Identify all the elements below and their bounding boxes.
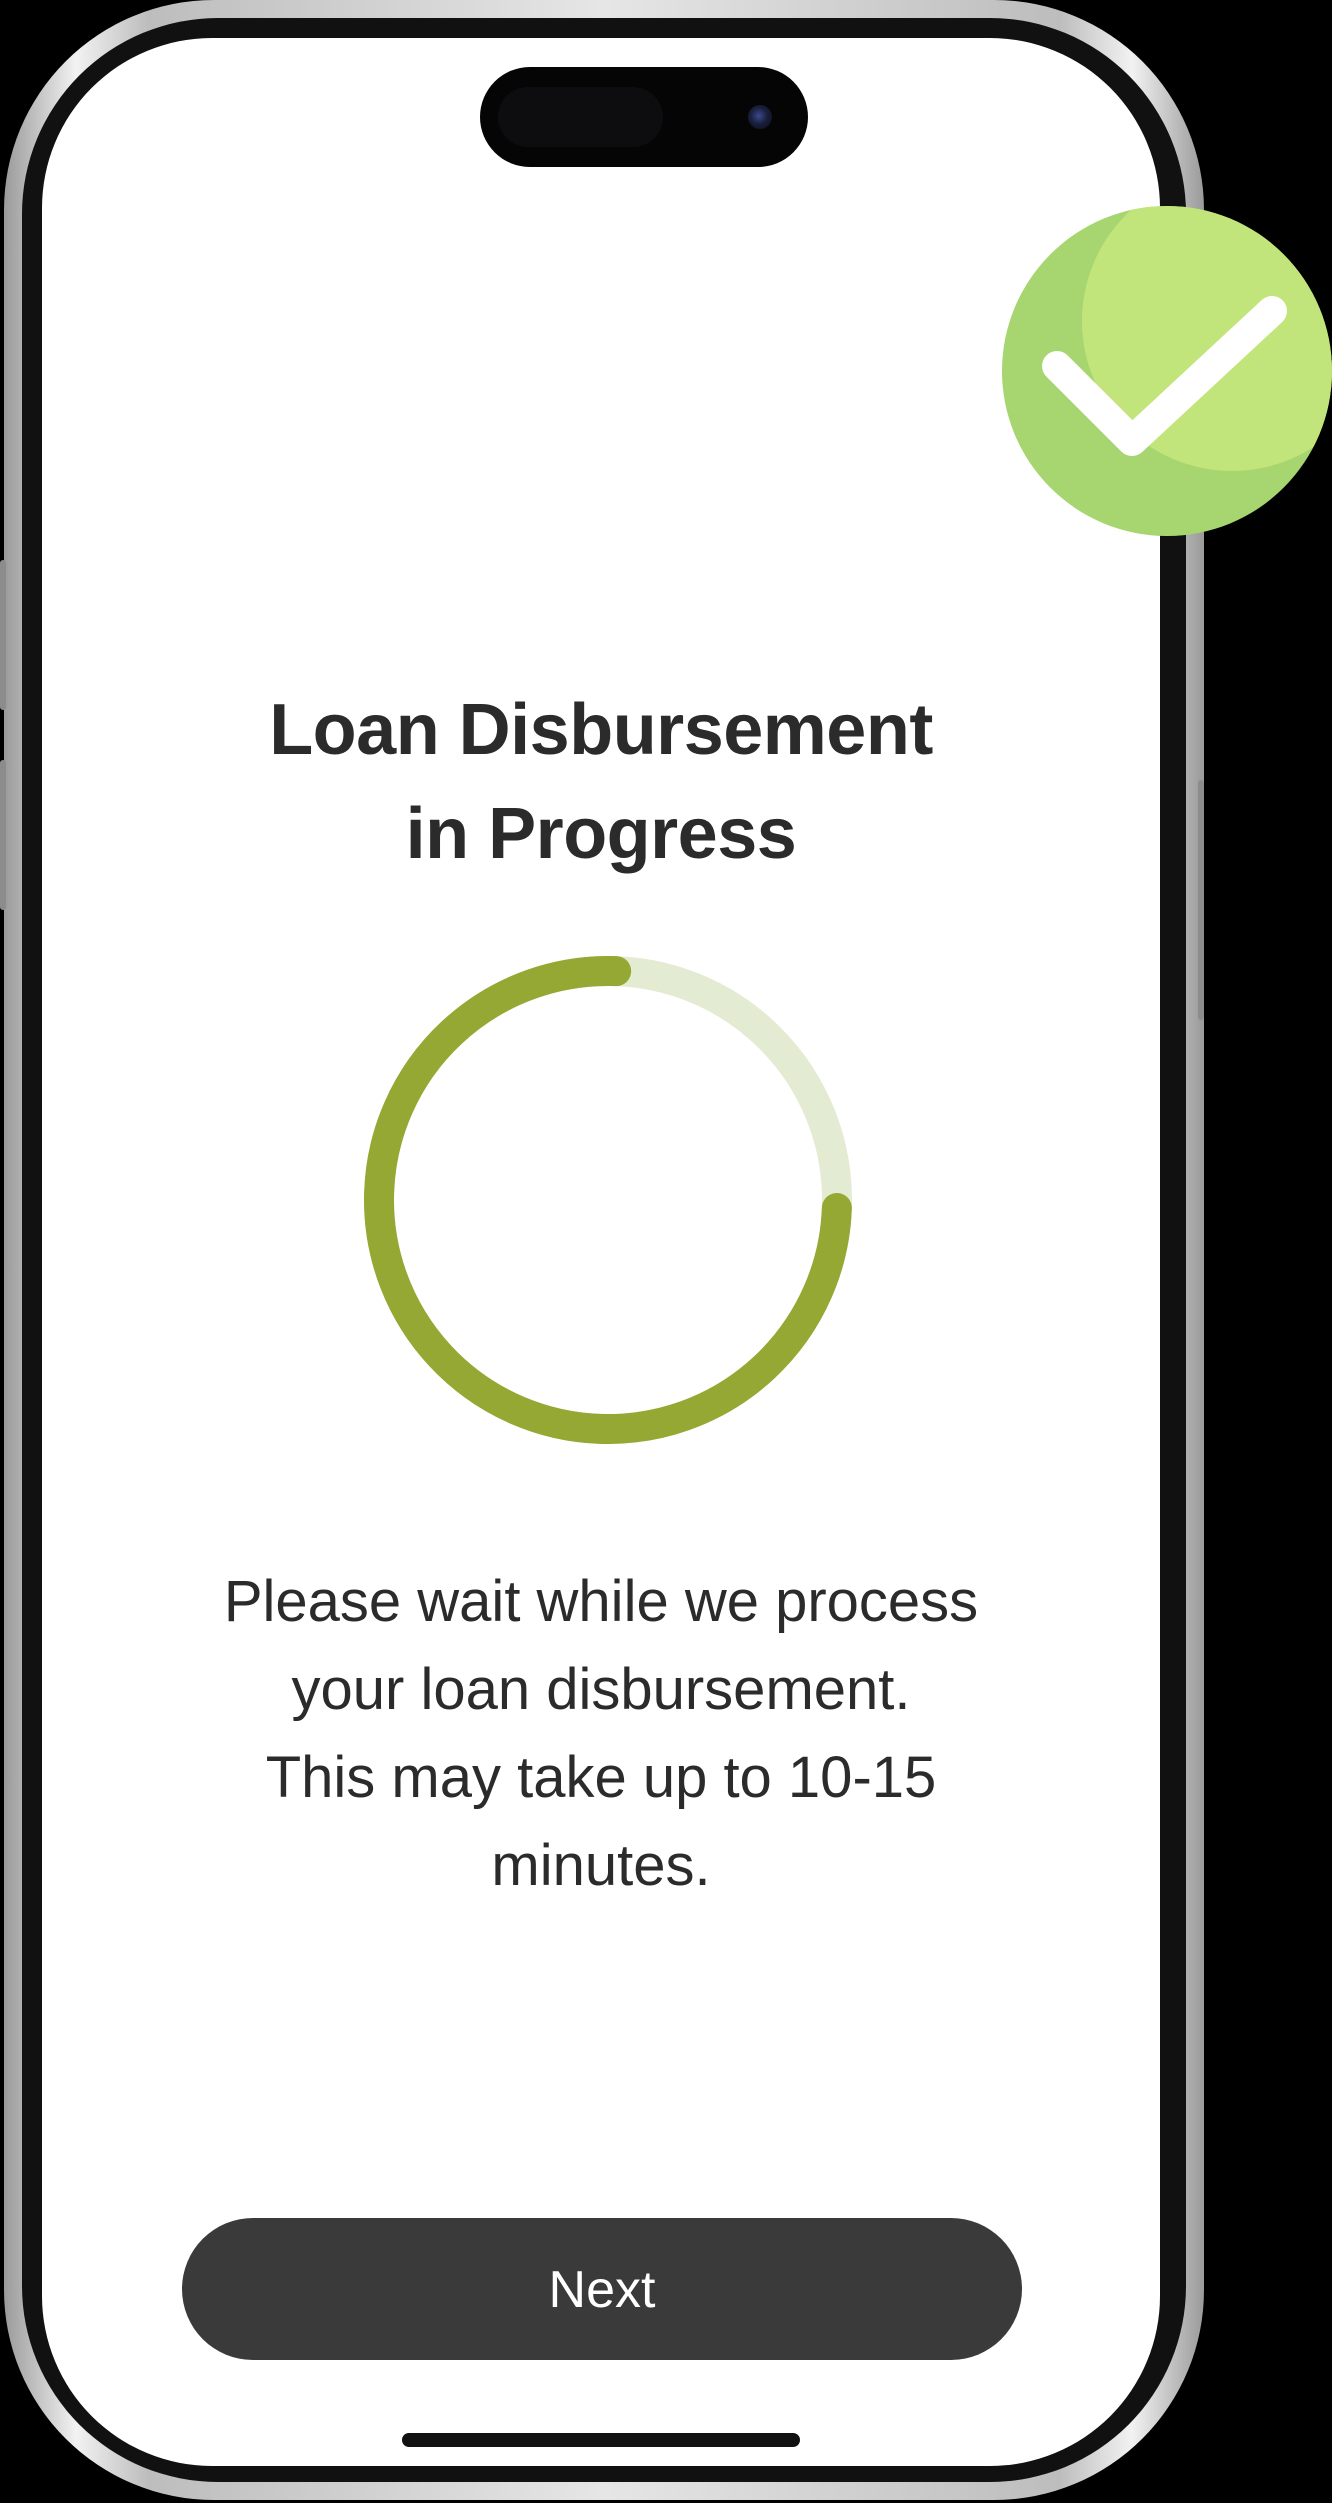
message-line: This may take up to 10-15 — [265, 1745, 937, 1810]
side-button — [0, 560, 6, 710]
device-mockup: Loan Disbursement in Progress Please wai… — [0, 0, 1332, 2503]
checkmark-badge-icon — [1002, 206, 1332, 536]
side-button — [1198, 780, 1204, 1020]
title-line: Loan Disbursement — [269, 690, 933, 770]
status-message: Please wait while we process your loan d… — [42, 1558, 1160, 1910]
app-screen: Loan Disbursement in Progress Please wai… — [42, 38, 1160, 2466]
side-button — [0, 760, 6, 910]
message-line: your loan disbursement. — [291, 1657, 911, 1722]
message-line: Please wait while we process — [223, 1569, 979, 1634]
page-title: Loan Disbursement in Progress — [42, 678, 1160, 886]
title-line: in Progress — [405, 794, 797, 874]
loading-spinner-icon — [364, 956, 852, 1444]
front-camera-icon — [748, 105, 772, 129]
dynamic-island — [480, 67, 808, 167]
face-sensor — [498, 87, 663, 147]
home-indicator[interactable] — [402, 2433, 800, 2447]
message-line: minutes. — [491, 1833, 711, 1898]
next-button[interactable]: Next — [182, 2218, 1022, 2360]
